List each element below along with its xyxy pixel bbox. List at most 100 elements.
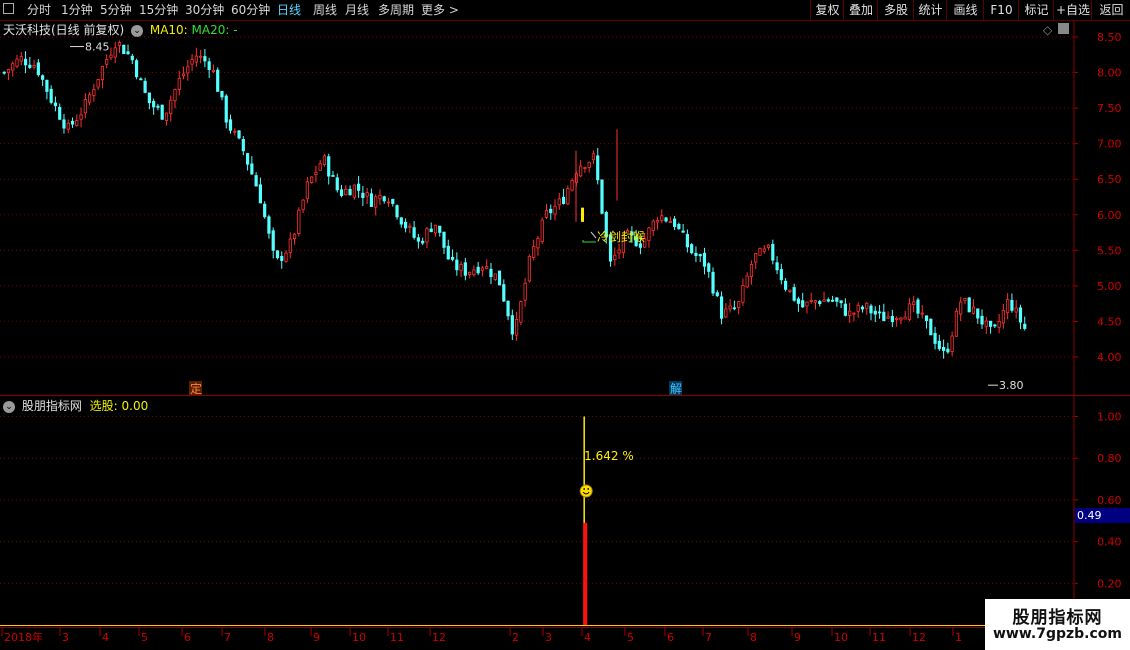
watermark-line1: 股朋指标网 xyxy=(1012,608,1103,628)
candle-body xyxy=(88,94,92,103)
candle-body xyxy=(587,161,591,168)
candle-body xyxy=(339,189,344,197)
candle-body xyxy=(741,285,745,303)
candle-body xyxy=(865,302,869,309)
candle-body xyxy=(164,112,169,121)
candle-body xyxy=(113,47,117,58)
candle-body xyxy=(890,315,894,323)
candle-body xyxy=(929,318,933,336)
candle-body xyxy=(920,312,924,315)
candle-body xyxy=(258,184,263,204)
time-label: 2018年 xyxy=(4,630,43,644)
candle-body xyxy=(544,210,549,218)
candle-body xyxy=(711,271,715,294)
time-label: 8 xyxy=(750,631,757,644)
time-label: 1 xyxy=(955,631,962,644)
candle-body xyxy=(190,59,194,65)
candle-body xyxy=(993,324,997,327)
high-price-label: 8.45 xyxy=(85,41,110,54)
candle-body xyxy=(92,89,96,96)
time-label: 10 xyxy=(834,631,848,644)
candle-body xyxy=(779,269,783,281)
candle-body xyxy=(49,88,53,103)
candle-body xyxy=(2,71,6,74)
marker-ding: 定 xyxy=(190,381,202,396)
watermark-logo: 股朋指标网 www.7gpzb.com xyxy=(985,599,1130,650)
time-label: 9 xyxy=(794,631,801,644)
candle-body xyxy=(233,130,237,133)
candle-body xyxy=(856,305,860,312)
candle-body xyxy=(830,299,835,302)
candle-body xyxy=(331,175,335,177)
candle-body xyxy=(416,237,420,242)
time-label: 12 xyxy=(432,631,446,644)
candle-body xyxy=(463,262,467,276)
candle-body xyxy=(322,155,327,166)
candle-body xyxy=(822,299,826,302)
candle-body xyxy=(109,54,113,59)
candle-body xyxy=(502,284,506,302)
candle-body xyxy=(758,248,762,256)
candle-body xyxy=(963,298,967,301)
candle-body xyxy=(15,58,19,67)
price-tick-label: 8.50 xyxy=(1097,31,1122,44)
candle-body xyxy=(848,310,852,316)
annotation-arrow xyxy=(590,231,597,239)
candle-body xyxy=(980,315,984,325)
candle-body xyxy=(207,61,211,71)
candle-body xyxy=(378,194,382,200)
price-tick-label: 6.00 xyxy=(1097,209,1122,222)
candle-body xyxy=(134,60,139,78)
time-label: 11 xyxy=(872,631,886,644)
candle-body xyxy=(53,102,58,107)
candle-body xyxy=(245,153,250,165)
candle-body xyxy=(83,99,87,114)
candle-body xyxy=(617,249,621,254)
indicator-tick-label: 0.60 xyxy=(1097,494,1122,507)
candle-body xyxy=(613,254,617,261)
candle-body xyxy=(672,218,677,227)
price-tick-label: 7.50 xyxy=(1097,102,1122,115)
candle-body xyxy=(382,196,386,202)
candle-body xyxy=(933,332,937,344)
candle-body xyxy=(374,196,378,208)
candle-body xyxy=(784,280,788,290)
candle-body xyxy=(946,348,950,353)
candle-body xyxy=(335,177,339,191)
candle-body xyxy=(655,220,660,223)
candle-body xyxy=(386,201,391,204)
candle-body xyxy=(70,120,75,125)
candle-body xyxy=(241,138,245,152)
time-label: 12 xyxy=(912,631,926,644)
candle-body xyxy=(651,220,655,232)
candle-body xyxy=(147,92,151,104)
candle-body xyxy=(596,155,600,181)
candle-body xyxy=(271,230,275,251)
candle-body xyxy=(732,307,736,310)
candle-body xyxy=(139,78,143,81)
candle-body xyxy=(301,199,305,211)
candle-body xyxy=(506,300,510,317)
price-tick-label: 5.00 xyxy=(1097,280,1122,293)
candle-body xyxy=(762,248,766,252)
time-label: 4 xyxy=(102,631,109,644)
candle-body xyxy=(275,250,280,259)
time-label: 8 xyxy=(267,631,274,644)
candle-body xyxy=(809,300,813,302)
candle-body xyxy=(916,299,920,314)
time-label: 5 xyxy=(627,631,634,644)
time-label: 6 xyxy=(184,631,191,644)
indicator-tick-label: 0.80 xyxy=(1097,452,1122,465)
smiley-icon xyxy=(579,484,593,498)
candle-body xyxy=(100,65,105,81)
candle-body xyxy=(361,192,365,198)
candle-body xyxy=(532,246,536,258)
chart-canvas[interactable]: 8.50 8.00 7.50 7.00 6.50 6.00 5.50 5.00 4.50 4.00… xyxy=(0,0,1130,650)
candle-body xyxy=(954,310,959,337)
candle-body xyxy=(942,346,946,351)
candle-body xyxy=(1018,307,1023,323)
candle-body xyxy=(660,215,664,221)
candle-body xyxy=(523,282,527,301)
candle-body xyxy=(6,69,11,74)
candle-body xyxy=(438,225,442,233)
